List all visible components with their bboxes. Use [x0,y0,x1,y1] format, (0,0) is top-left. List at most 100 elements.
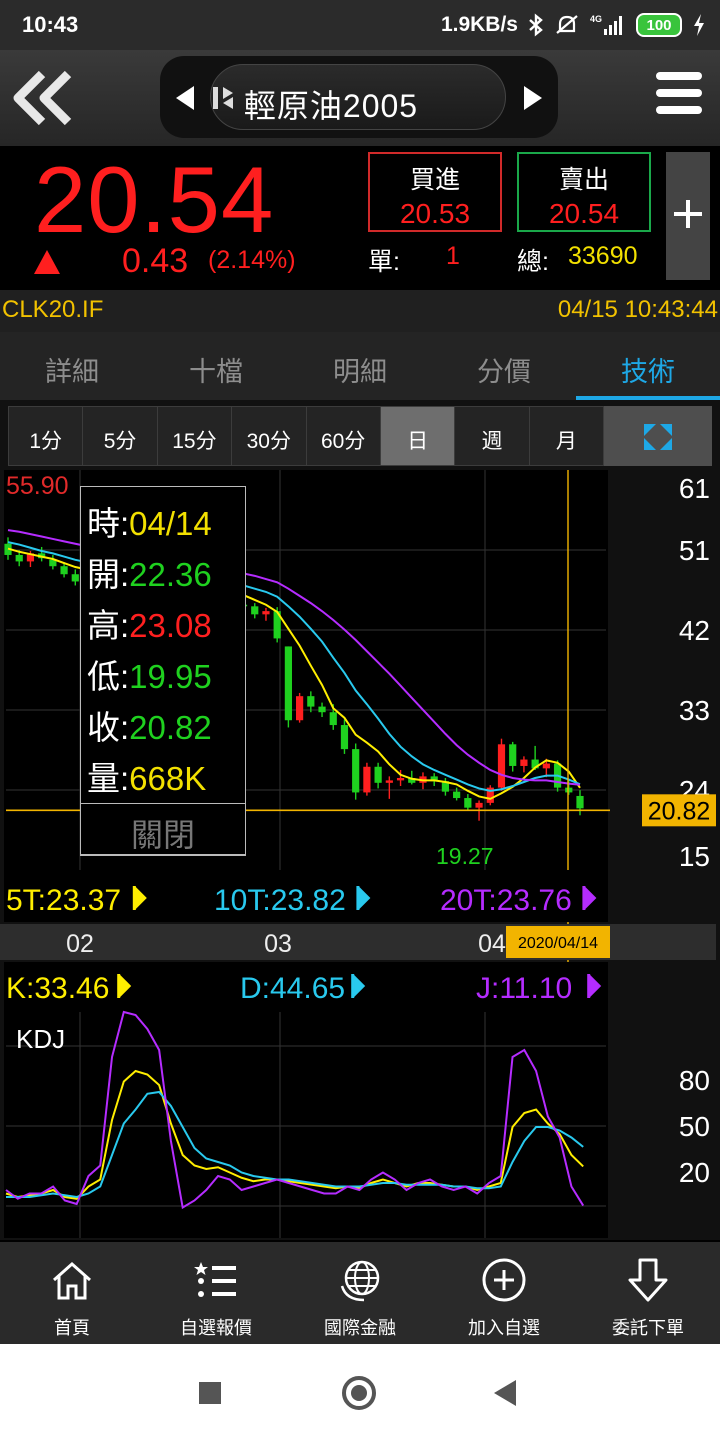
candle-body [374,766,382,783]
status-time: 10:43 [22,12,79,37]
prev-contract-arrow-icon[interactable] [176,86,194,110]
candle-body [262,611,270,615]
nav-place-order[interactable]: 委託下單 [576,1242,720,1344]
price-change: 0.43 [122,242,189,280]
crosshair-date-label: 2020/04/14 [518,935,598,952]
candle-body [352,749,360,793]
nav-global-finance[interactable]: 國際金融 [288,1242,432,1344]
swap-icon[interactable] [211,83,237,113]
ma-legend-bar [582,886,586,910]
tab-ticks[interactable]: 明細 [288,332,432,400]
popup-close-value: 20.82 [129,709,212,746]
network-speed: 1.9KB/s [440,13,518,36]
contract-name: 輕原油2005 [243,88,419,124]
candle-body [509,744,517,766]
add-plus-button[interactable] [666,152,710,280]
status-icons: 1.9KB/s 4G 100 [441,10,706,40]
candle-body [296,696,304,721]
time-axis-tick: 02 [66,930,94,958]
home-icon [53,1261,91,1300]
price-axis-tick: 15 [679,841,710,872]
candle-body [464,798,472,808]
popup-time-key: 時: [87,505,130,542]
price-change-percent: (2.14%) [208,246,296,274]
system-nav-bar [0,1344,720,1440]
tab-technical[interactable]: 技術 [576,332,720,400]
candle-body [576,795,584,809]
home-button-icon[interactable] [342,1376,376,1410]
bid-price: 20.53 [399,198,471,229]
ma-legend-0: 5T:23.37 [6,884,121,917]
candle-body [385,780,393,783]
signal-icon: 4G [590,14,622,35]
kdj-axis-tick: 20 [679,1157,710,1188]
price-axis-tick: 61 [679,473,710,504]
candle-body [251,606,259,615]
nav-add-watchlist-label: 加入自選 [468,1318,540,1338]
bid-label: 買進 [409,166,460,194]
candle-body [340,725,349,750]
price-axis-tick: 33 [679,695,710,726]
kdj-legend-bar [351,974,355,998]
ma-legend-bar [132,886,136,910]
popup-volume-key: 量: [87,760,130,797]
double-chevron-back-icon[interactable] [8,68,78,128]
popup-time-value: 04/14 [129,505,212,542]
kdj-axis-tick: 50 [679,1111,710,1142]
back-triangle-icon[interactable] [494,1380,516,1406]
candle-body [318,706,326,713]
kdj-legend-2: J:11.10 [476,972,572,1005]
max-price-label: 55.90 [6,472,69,500]
ask-price: 20.54 [548,198,620,229]
globe-icon [340,1260,380,1302]
ask-label: 賣出 [558,166,609,194]
tab-detail[interactable]: 詳細 [0,332,144,400]
next-contract-arrow-icon[interactable] [524,86,542,110]
candle-body [15,554,23,562]
min-price-label: 19.27 [436,843,494,869]
popup-low-key: 低: [87,658,130,695]
total-volume: 33690 [568,242,638,270]
hamburger-menu-icon[interactable] [656,72,702,122]
candle-body [565,787,573,793]
candle-body [284,646,292,721]
time-axis-tick: 04 [478,930,506,958]
candle-body [329,712,337,726]
nav-home-label: 首頁 [54,1318,90,1338]
contract-selector: 輕原油2005 [160,56,558,138]
price-axis-tick: 42 [679,615,710,646]
single-volume: 1 [446,242,460,270]
nav-watchlist[interactable]: 自選報價 [144,1242,288,1344]
ask-button[interactable]: 賣出 20.54 [517,152,651,232]
candle-body [475,802,483,808]
symbol-row: CLK20.IF 04/15 10:43:44 [0,290,720,332]
ma-legend-2: 20T:23.76 [440,884,572,917]
nav-watchlist-label: 自選報價 [180,1318,252,1338]
price-axis-tick: 51 [679,535,710,566]
candle-body [60,566,68,575]
kdj-title: KDJ [16,1024,65,1054]
nav-add-watchlist[interactable]: 加入自選 [432,1242,576,1344]
popup-high-key: 高: [87,607,130,644]
popup-volume-value: 668K [129,760,207,797]
nav-global-finance-label: 國際金融 [324,1318,396,1338]
watchlist-icon [194,1262,236,1297]
contract-pill[interactable]: 輕原油2005 [210,64,506,130]
nav-home[interactable]: 首頁 [0,1242,144,1344]
candle-body [396,777,405,781]
popup-close-button[interactable]: 關閉 [80,803,246,855]
mute-bell-icon [556,15,578,34]
quote-panel: 20.54 0.43 (2.14%) 買進 20.53 賣出 20.54 單: … [0,146,720,290]
symbol-code: CLK20.IF [2,296,104,323]
nav-place-order-label: 委託下單 [612,1318,684,1338]
tab-price-volume[interactable]: 分價 [432,332,576,400]
single-volume-label: 單: [368,248,400,276]
recent-apps-icon[interactable] [199,1382,221,1404]
popup-close-key: 收: [87,709,130,746]
kdj-legend-bar [587,974,591,998]
svg-text:4G: 4G [590,14,602,24]
tab-ten-levels[interactable]: 十檔 [144,332,288,400]
popup-low-value: 19.95 [129,658,212,695]
candle-body [307,696,315,707]
bid-button[interactable]: 買進 20.53 [368,152,502,232]
